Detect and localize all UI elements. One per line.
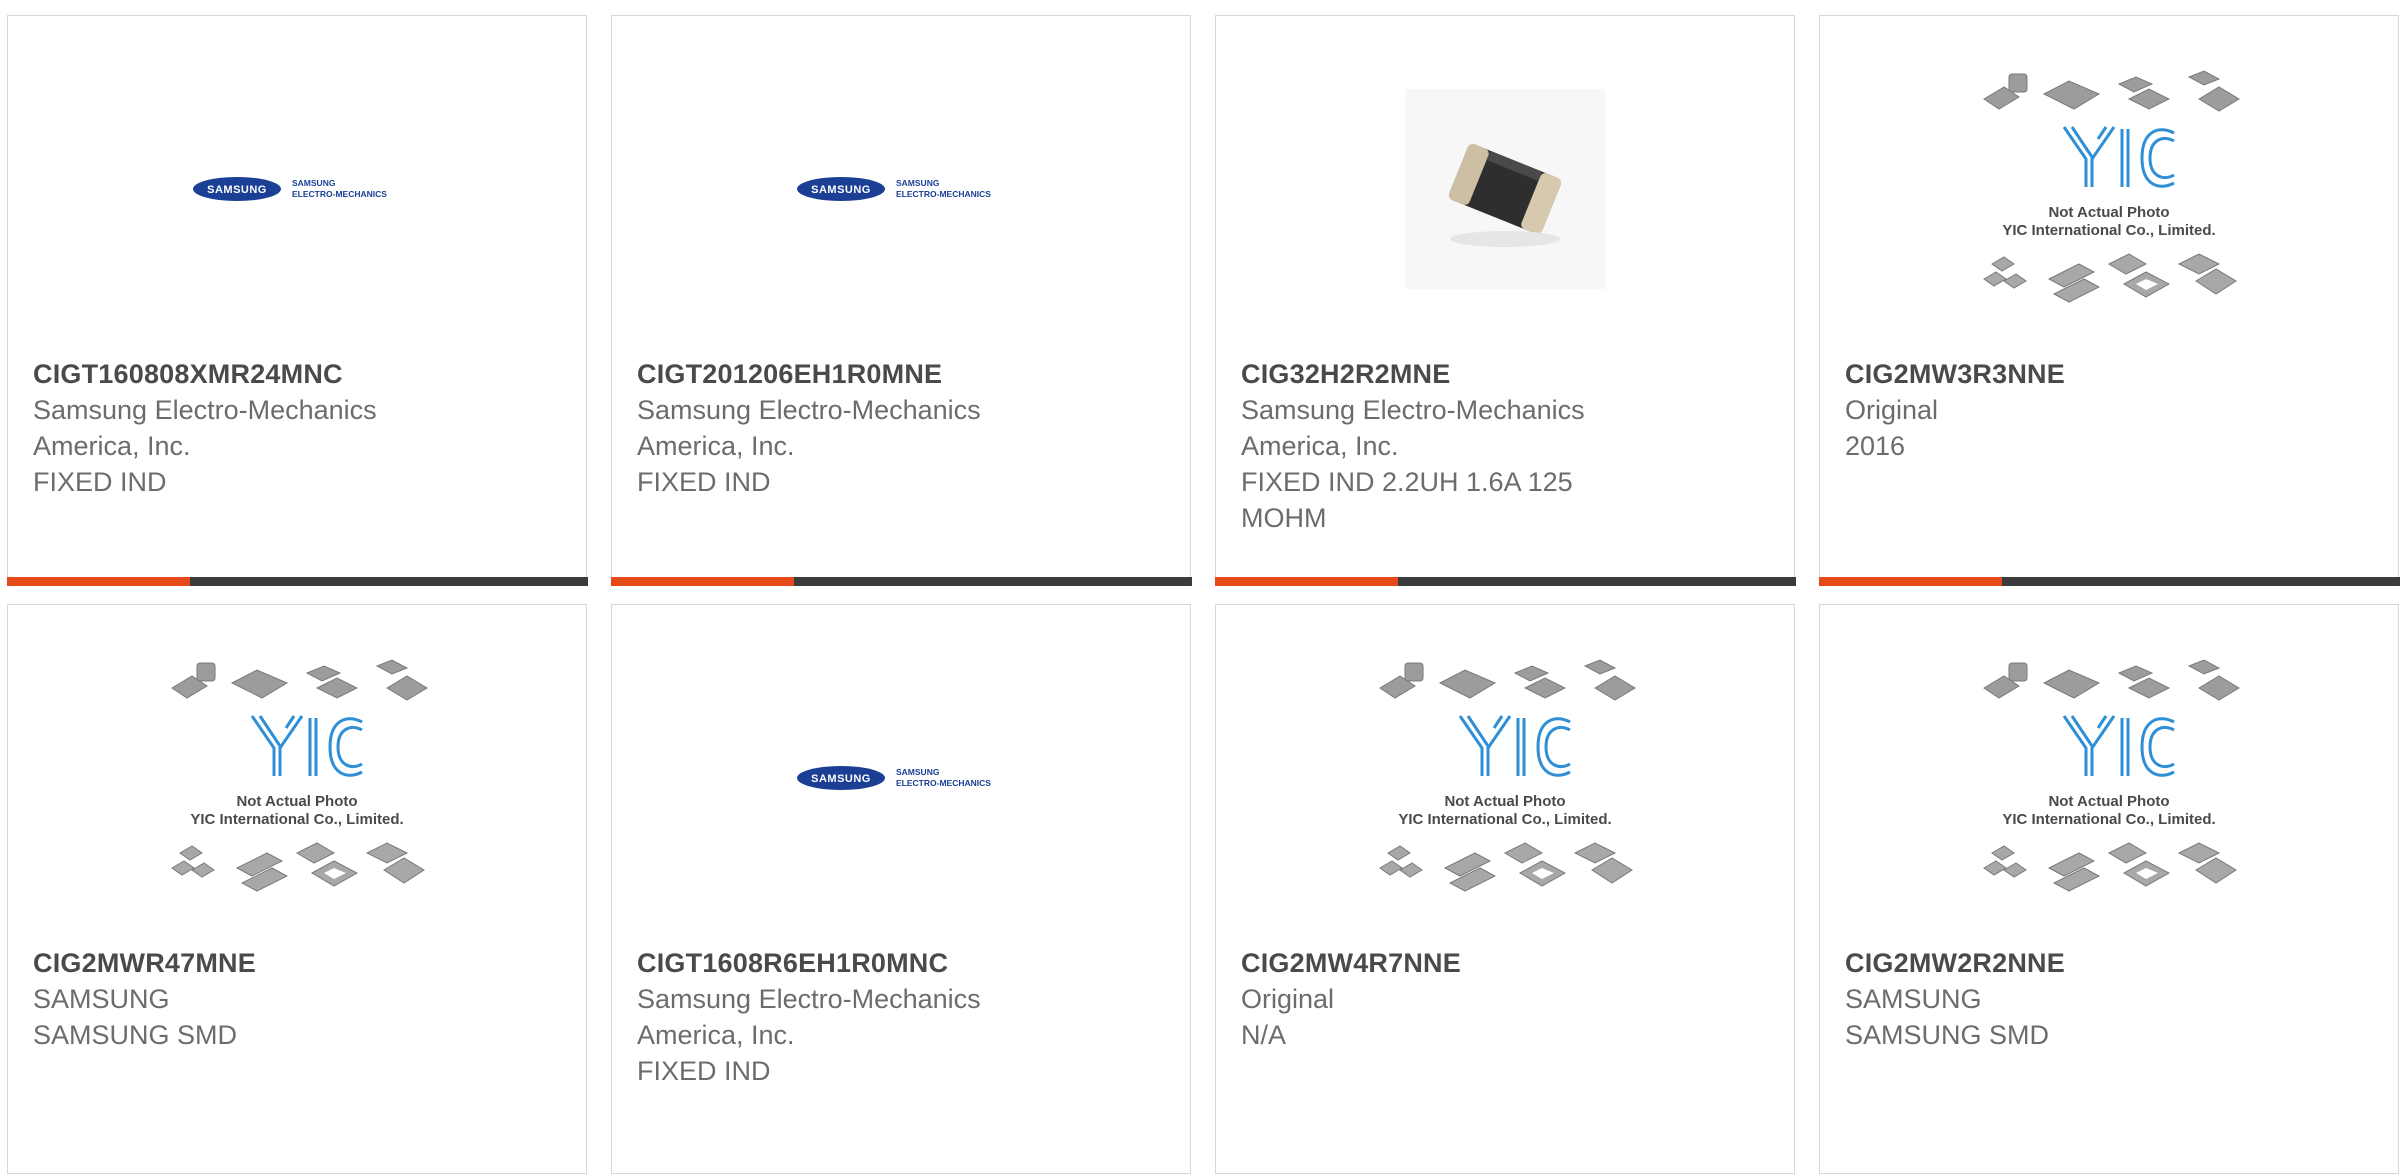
svg-text:Not Actual Photo: Not Actual Photo <box>236 793 357 810</box>
svg-text:Not Actual Photo: Not Actual Photo <box>1444 793 1565 810</box>
product-card[interactable]: Not Actual Photo YIC International Co., … <box>7 604 587 1174</box>
inductor-chip-photo <box>1405 88 1605 289</box>
product-card[interactable]: CIG32H2R2MNE Samsung Electro-Mechanics Ame… <box>1214 15 1796 586</box>
product-detail-line: N/A <box>1241 1020 1287 1050</box>
product-image[interactable]: Not Actual Photo YIC International Co., … <box>1216 658 1794 895</box>
samsung-logo: SAMSUNG SAMSUNG ELECTRO-MECHANICS <box>797 176 991 201</box>
product-info: CIG2MW4R7NNE Original N/A <box>1241 945 1769 1053</box>
svg-text:SAMSUNG: SAMSUNG <box>292 178 336 188</box>
product-info: CIG2MWR47MNE SAMSUNG SAMSUNG SMD <box>33 945 561 1053</box>
product-detail-line: Samsung Electro-Mechanics <box>637 395 981 425</box>
product-detail-line: SAMSUNG SMD <box>33 1020 238 1050</box>
product-image[interactable]: Not Actual Photo YIC International Co., … <box>1820 658 2398 895</box>
svg-text:ELECTRO-MECHANICS: ELECTRO-MECHANICS <box>896 778 991 788</box>
product-detail-line: Original <box>1241 984 1335 1014</box>
product-info: CIGT160808XMR24MNC Samsung Electro-Mechan… <box>33 356 561 500</box>
yic-placeholder-image: Not Actual Photo YIC International Co., … <box>1983 658 2240 892</box>
product-card[interactable]: SAMSUNG SAMSUNG ELECTRO-MECHANICS CIGT20… <box>610 15 1192 586</box>
product-detail-line: Samsung Electro-Mechanics <box>33 395 377 425</box>
product-image[interactable]: Not Actual Photo YIC International Co., … <box>8 658 586 895</box>
product-detail-line: America, Inc. <box>1241 431 1399 461</box>
svg-text:Not Actual Photo: Not Actual Photo <box>2048 204 2169 221</box>
part-number-link[interactable]: CIGT201206EH1R0MNE <box>637 356 1165 392</box>
product-info: CIGT1608R6EH1R0MNC Samsung Electro-Mechan… <box>637 945 1165 1089</box>
yic-placeholder-image: Not Actual Photo YIC International Co., … <box>1983 69 2240 303</box>
product-card[interactable]: Not Actual Photo YIC International Co., … <box>1819 604 2399 1174</box>
card-accent-bar <box>610 576 794 586</box>
product-detail-line: America, Inc. <box>33 431 191 461</box>
svg-text:SAMSUNG: SAMSUNG <box>811 773 871 785</box>
part-number-link[interactable]: CIG2MW4R7NNE <box>1241 945 1769 981</box>
product-info: CIG2MW2R2NNE SAMSUNG SAMSUNG SMD <box>1845 945 2373 1053</box>
yic-placeholder-image: Not Actual Photo YIC International Co., … <box>1379 658 1636 892</box>
product-card[interactable]: Not Actual Photo YIC International Co., … <box>1818 15 2400 586</box>
card-bottom-bar <box>1818 576 2400 586</box>
part-number-link[interactable]: CIG2MW2R2NNE <box>1845 945 2373 981</box>
svg-text:SAMSUNG: SAMSUNG <box>896 178 940 188</box>
svg-text:SAMSUNG: SAMSUNG <box>207 184 267 196</box>
product-info: CIG32H2R2MNE Samsung Electro-Mechanics Ame… <box>1241 356 1769 536</box>
part-number-link[interactable]: CIGT160808XMR24MNC <box>33 356 561 392</box>
part-number-link[interactable]: CIGT1608R6EH1R0MNC <box>637 945 1165 981</box>
product-card[interactable]: SAMSUNG SAMSUNG ELECTRO-MECHANICS CIGT16… <box>611 604 1191 1174</box>
samsung-logo: SAMSUNG SAMSUNG ELECTRO-MECHANICS <box>797 765 991 790</box>
product-detail-line: FIXED IND <box>637 1056 771 1086</box>
svg-text:SAMSUNG: SAMSUNG <box>811 184 871 196</box>
product-detail-line: FIXED IND 2.2UH 1.6A 125 <box>1241 467 1573 497</box>
product-detail-line: America, Inc. <box>637 1020 795 1050</box>
svg-text:YIC International Co., Limited: YIC International Co., Limited. <box>2002 811 2215 828</box>
svg-text:SAMSUNG: SAMSUNG <box>896 767 940 777</box>
samsung-logo: SAMSUNG SAMSUNG ELECTRO-MECHANICS <box>193 176 387 201</box>
product-image[interactable]: SAMSUNG SAMSUNG ELECTRO-MECHANICS <box>612 660 1190 895</box>
product-info: CIG2MW3R3NNE Original 2016 <box>1845 356 2373 464</box>
product-detail-line: MOHM <box>1241 503 1327 533</box>
svg-text:YIC International Co., Limited: YIC International Co., Limited. <box>190 811 403 828</box>
svg-text:Not Actual Photo: Not Actual Photo <box>2048 793 2169 810</box>
card-bottom-bar <box>1214 576 1796 586</box>
product-detail-line: America, Inc. <box>637 431 795 461</box>
svg-text:YIC International Co., Limited: YIC International Co., Limited. <box>1398 811 1611 828</box>
svg-text:ELECTRO-MECHANICS: ELECTRO-MECHANICS <box>292 189 387 199</box>
product-info: CIGT201206EH1R0MNE Samsung Electro-Mechan… <box>637 356 1165 500</box>
product-detail-line: FIXED IND <box>33 467 167 497</box>
card-bottom-bar <box>610 576 1192 586</box>
part-number-link[interactable]: CIG2MWR47MNE <box>33 945 561 981</box>
svg-text:ELECTRO-MECHANICS: ELECTRO-MECHANICS <box>896 189 991 199</box>
product-image[interactable]: Not Actual Photo YIC International Co., … <box>1820 69 2398 306</box>
product-detail-line: SAMSUNG SMD <box>1845 1020 2050 1050</box>
product-detail-line: SAMSUNG <box>33 984 170 1014</box>
product-detail-line: SAMSUNG <box>1845 984 1982 1014</box>
svg-text:YIC International Co., Limited: YIC International Co., Limited. <box>2002 222 2215 239</box>
product-image[interactable]: SAMSUNG SAMSUNG ELECTRO-MECHANICS <box>8 71 586 306</box>
product-detail-line: FIXED IND <box>637 467 771 497</box>
card-bottom-bar <box>6 576 588 586</box>
card-accent-bar <box>1818 576 2002 586</box>
yic-placeholder-image: Not Actual Photo YIC International Co., … <box>171 658 428 892</box>
product-detail-line: 2016 <box>1845 431 1906 461</box>
part-number-link[interactable]: CIG32H2R2MNE <box>1241 356 1769 392</box>
product-grid: SAMSUNG SAMSUNG ELECTRO-MECHANICS CIGT16… <box>6 15 2400 1174</box>
card-accent-bar <box>1214 576 1398 586</box>
product-card[interactable]: Not Actual Photo YIC International Co., … <box>1215 604 1795 1174</box>
product-detail-line: Samsung Electro-Mechanics <box>637 984 981 1014</box>
product-detail-line: Original <box>1845 395 1939 425</box>
part-number-link[interactable]: CIG2MW3R3NNE <box>1845 356 2373 392</box>
card-accent-bar <box>6 576 190 586</box>
product-detail-line: Samsung Electro-Mechanics <box>1241 395 1585 425</box>
product-image[interactable] <box>1216 71 1794 306</box>
product-image[interactable]: SAMSUNG SAMSUNG ELECTRO-MECHANICS <box>612 71 1190 306</box>
product-card[interactable]: SAMSUNG SAMSUNG ELECTRO-MECHANICS CIGT16… <box>6 15 588 586</box>
